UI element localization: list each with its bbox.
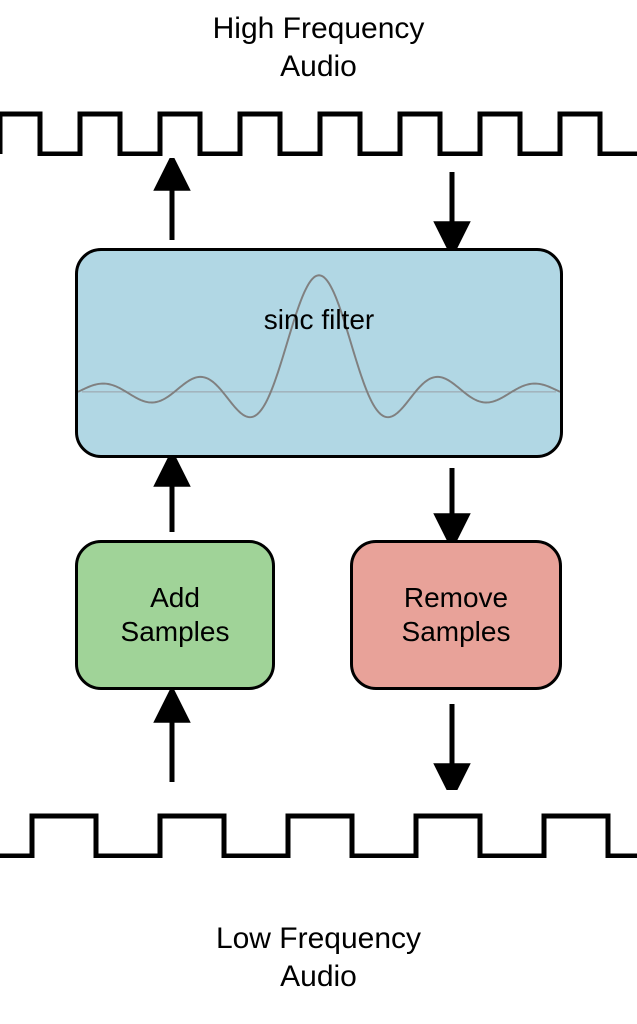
mid-arrows bbox=[0, 458, 637, 540]
add-box-line2: Samples bbox=[121, 616, 230, 647]
sinc-filter-box: sinc filter bbox=[75, 248, 563, 458]
sinc-curve-icon bbox=[78, 251, 560, 455]
bottom-arrows bbox=[0, 690, 637, 790]
diagram-canvas: High Frequency Audio sinc filter bbox=[0, 0, 637, 1024]
top-arrows bbox=[0, 158, 637, 248]
low-freq-wave-icon bbox=[0, 812, 637, 858]
add-box-line1: Add bbox=[150, 582, 200, 613]
top-title: High Frequency Audio bbox=[0, 10, 637, 85]
remove-box-line1: Remove bbox=[404, 582, 508, 613]
top-title-line2: Audio bbox=[280, 50, 357, 83]
bottom-title-line2: Audio bbox=[280, 960, 357, 993]
top-title-line1: High Frequency bbox=[213, 12, 425, 45]
remove-samples-box: Remove Samples bbox=[350, 540, 562, 690]
high-freq-wave-icon bbox=[0, 110, 637, 156]
add-samples-box: Add Samples bbox=[75, 540, 275, 690]
bottom-title: Low Frequency Audio bbox=[0, 920, 637, 995]
bottom-title-line1: Low Frequency bbox=[216, 922, 421, 955]
remove-box-line2: Samples bbox=[402, 616, 511, 647]
sinc-filter-label: sinc filter bbox=[78, 303, 560, 337]
